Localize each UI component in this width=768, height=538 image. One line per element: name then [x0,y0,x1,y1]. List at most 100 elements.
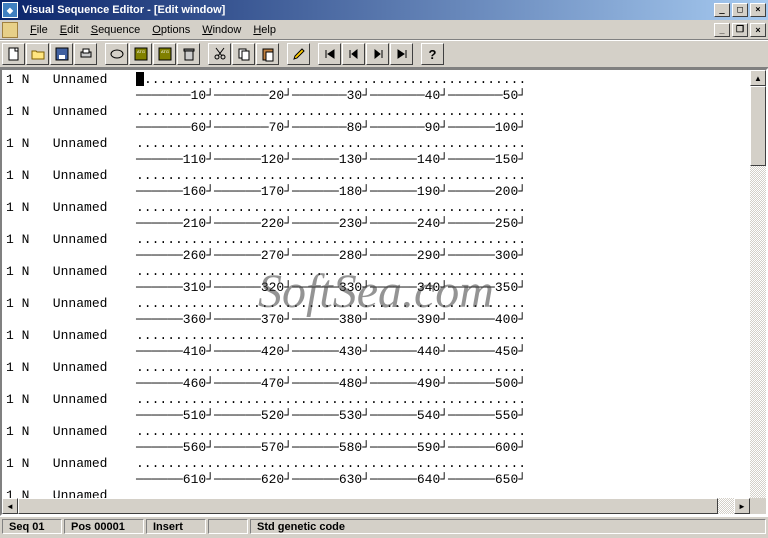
status-mode: Insert [146,519,206,534]
save-disk-icon [54,46,70,62]
prev-button[interactable] [342,43,365,65]
ruler-row: ──────360┘──────370┘──────380┘──────390┘… [6,312,746,328]
scroll-right-button[interactable]: ► [734,498,750,514]
menu-window[interactable]: Window [196,22,247,38]
paste-button[interactable] [256,43,279,65]
sequence-dots: ........................................… [136,392,526,408]
first-button[interactable] [318,43,341,65]
row-label: 1 N Unnamed [6,424,136,440]
scroll-thumb-v[interactable] [750,86,766,166]
ruler-row: ──────610┘──────620┘──────630┘──────640┘… [6,472,746,488]
menu-options[interactable]: Options [146,22,196,38]
editor-frame: 1 N Unnamed ............................… [0,68,768,516]
pencil-icon [291,46,307,62]
row-label: 1 N Unnamed [6,232,136,248]
status-bar: Seq 01 Pos 00001 Insert Std genetic code [0,516,768,536]
mdi-minimize-button[interactable]: _ [714,23,730,37]
sequence-editor[interactable]: 1 N Unnamed ............................… [2,70,750,514]
printer-icon [78,46,94,62]
sequence-row: 1 N Unnamed ............................… [6,424,746,440]
disk-atg2-icon: ATG [157,46,173,62]
delete-button[interactable] [177,43,200,65]
menu-edit[interactable]: Edit [54,22,85,38]
horizontal-scrollbar[interactable]: ◄ ► [2,498,750,514]
first-arrow-icon [322,46,338,62]
question-icon: ? [429,47,437,62]
sequence-dots: ........................................… [136,200,526,216]
minimize-button[interactable]: _ [714,3,730,17]
disk-atg-icon: ATG [133,46,149,62]
sequence-row: 1 N Unnamed ............................… [6,328,746,344]
document-icon [2,22,18,38]
scroll-corner [750,498,766,514]
open-button[interactable] [26,43,49,65]
sequence-dots: ........................................… [136,136,526,152]
title-bar: ◆ Visual Sequence Editor - [Edit window]… [0,0,768,20]
sequence-dots: ........................................… [136,328,526,344]
save-button[interactable] [50,43,73,65]
ruler-row: ───────60┘───────70┘───────80┘───────90┘… [6,120,746,136]
scroll-track-v[interactable] [750,86,766,498]
circle-button[interactable] [105,43,128,65]
mdi-close-button[interactable]: × [750,23,766,37]
ruler-row: ───────10┘───────20┘───────30┘───────40┘… [6,88,746,104]
scroll-left-button[interactable]: ◄ [2,498,18,514]
row-label: 1 N Unnamed [6,168,136,184]
mdi-restore-button[interactable]: ❐ [732,23,748,37]
sequence-dots: ........................................… [136,296,526,312]
new-file-icon [6,46,22,62]
pencil-button[interactable] [287,43,310,65]
sequence-row: 1 N Unnamed ............................… [6,136,746,152]
ruler-row: ──────160┘──────170┘──────180┘──────190┘… [6,184,746,200]
sequence-row: 1 N Unnamed ............................… [6,72,746,88]
disk2-button[interactable]: ATG [153,43,176,65]
menu-sequence[interactable]: Sequence [85,22,147,38]
menu-help[interactable]: Help [247,22,282,38]
prev-arrow-icon [346,46,362,62]
ruler-row: ──────510┘──────520┘──────530┘──────540┘… [6,408,746,424]
sequence-dots: ........................................… [136,104,526,120]
ruler-row: ──────210┘──────220┘──────230┘──────240┘… [6,216,746,232]
scroll-up-button[interactable]: ▲ [750,70,766,86]
sequence-dots: ........................................… [136,360,526,376]
row-label: 1 N Unnamed [6,392,136,408]
new-button[interactable] [2,43,25,65]
status-pos: Pos 00001 [64,519,144,534]
row-label: 1 N Unnamed [6,104,136,120]
print-button[interactable] [74,43,97,65]
last-arrow-icon [394,46,410,62]
sequence-row: 1 N Unnamed ............................… [6,360,746,376]
close-button[interactable]: × [750,3,766,17]
window-title: Visual Sequence Editor - [Edit window] [22,4,714,16]
sequence-dots: ........................................… [136,168,526,184]
ruler-row: ──────310┘──────320┘──────330┘──────340┘… [6,280,746,296]
last-button[interactable] [390,43,413,65]
sequence-row: 1 N Unnamed ............................… [6,232,746,248]
next-button[interactable] [366,43,389,65]
help-button[interactable]: ? [421,43,444,65]
oval-icon [109,46,125,62]
text-cursor [136,72,144,86]
disk1-button[interactable]: ATG [129,43,152,65]
copy-button[interactable] [232,43,255,65]
ruler-row: ──────410┘──────420┘──────430┘──────440┘… [6,344,746,360]
status-empty [208,519,248,534]
scissors-icon [212,46,228,62]
copy-icon [236,46,252,62]
sequence-row: 1 N Unnamed ............................… [6,264,746,280]
row-label: 1 N Unnamed [6,264,136,280]
scroll-track-h[interactable] [18,498,734,514]
vertical-scrollbar[interactable]: ▲ ▼ [750,70,766,514]
cut-button[interactable] [208,43,231,65]
sequence-row: 1 N Unnamed ............................… [6,392,746,408]
sequence-row: 1 N Unnamed ............................… [6,104,746,120]
scroll-thumb-h[interactable] [18,498,718,514]
ruler-row: ──────110┘──────120┘──────130┘──────140┘… [6,152,746,168]
row-label: 1 N Unnamed [6,456,136,472]
status-genetic: Std genetic code [250,519,766,534]
row-label: 1 N Unnamed [6,200,136,216]
menu-bar: File Edit Sequence Options Window Help _… [0,20,768,40]
menu-file[interactable]: File [24,22,54,38]
maximize-button[interactable]: □ [732,3,748,17]
row-label: 1 N Unnamed [6,136,136,152]
